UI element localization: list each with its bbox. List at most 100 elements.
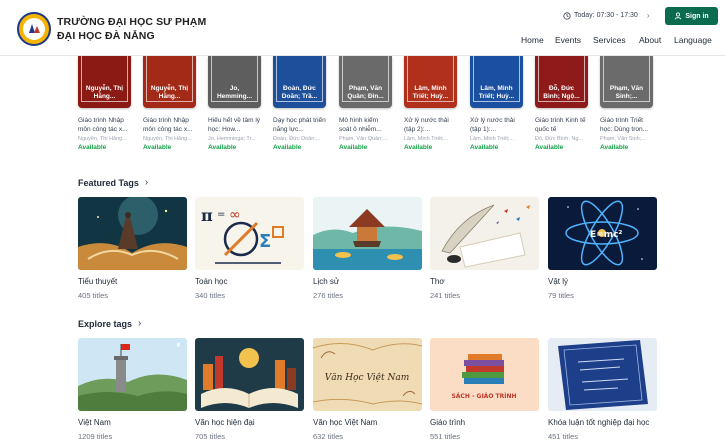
book-cover[interactable]: Lâm, Minh Triết; Huỳ... [404, 56, 457, 108]
book-cover[interactable]: Nguyễn, Thị Hằng... [78, 56, 131, 108]
top-header: TRƯỜNG ĐẠI HỌC SƯ PHẠM ĐẠI HỌC ĐÀ NẴNG T… [0, 0, 725, 56]
availability-status: Available [535, 144, 564, 151]
cover-author: Lâm, Minh Triết; Huỳ... [412, 85, 449, 100]
book-card[interactable]: Đoàn, Đức Doãn; Trầ... Dạy học phát triể… [273, 56, 326, 151]
svg-text:∞: ∞ [229, 207, 241, 223]
cover-author: Phạm, Văn Quân; Đin... [347, 85, 384, 100]
tag-name: Vật lý [548, 277, 569, 286]
art-title-text: Văn Học Việt Nam [325, 372, 410, 383]
tag-tile-viet-nam[interactable]: Việt Nam 1209 titles [78, 338, 187, 441]
tag-tile-van-hoc-hien-dai[interactable]: Văn học hiện đại 705 titles [195, 338, 304, 441]
book-card[interactable]: Lâm, Minh Triết; Huỳ... Xử lý nước thải … [470, 56, 523, 151]
book-title[interactable]: Mô hình kiểm soát ô nhiễm... [339, 117, 392, 134]
signin-button[interactable]: Sign in [665, 7, 718, 25]
book-cover[interactable]: Lâm, Minh Triết; Huỳ... [470, 56, 523, 108]
book-card[interactable]: Đỗ, Đức Bình; Ngộ... Giáo trình Kinh tế … [535, 56, 588, 151]
explore-tags-title: Explore tags [78, 318, 133, 329]
book-card[interactable]: Jo, Hemming... Hiểu hết về tâm lý học: H… [208, 56, 261, 151]
tag-tile-toan-hoc[interactable]: π = ∞ Σ Toán học 340 titles [195, 197, 304, 300]
book-title[interactable]: Xử lý nước thải (tập 1):... [470, 117, 523, 134]
book-cover[interactable]: Đoàn, Đức Doãn; Trầ... [273, 56, 326, 108]
book-card[interactable]: Nguyễn, Thị Hằng... Giáo trình Nhập môn … [78, 56, 131, 151]
book-title[interactable]: Giáo trình Nhập môn công tác x... [78, 117, 131, 134]
tag-count: 79 titles [548, 291, 574, 300]
tag-tile-vat-ly[interactable]: E=mc² Vật lý 79 titles [548, 197, 657, 300]
tag-tile-giao-trinh[interactable]: SÁCH - GIÁO TRÌNH Giáo trình 551 titles [430, 338, 539, 441]
emc-formula: E=mc² [590, 230, 622, 240]
nav-services[interactable]: Services [593, 35, 626, 45]
tag-image: E=mc² [548, 197, 657, 270]
opening-hours[interactable]: Today: 07:30 - 17:30 › [563, 11, 650, 20]
book-cover[interactable]: Đỗ, Đức Bình; Ngộ... [535, 56, 588, 108]
book-card[interactable]: Nguyễn, Thị Hằng... Giáo trình Nhập môn … [143, 56, 196, 151]
cover-author: Nguyễn, Thị Hằng... [150, 85, 189, 100]
thesis-cover-art [548, 338, 657, 411]
flag-tower-landscape-art [78, 338, 187, 411]
book-title[interactable]: Giáo trình Kinh tế quốc tế [535, 117, 588, 134]
clock-icon [563, 11, 571, 20]
tag-image [78, 338, 187, 411]
user-icon [675, 12, 682, 20]
availability-status: Available [143, 144, 172, 151]
tag-image [313, 197, 422, 270]
availability-status: Available [600, 144, 629, 151]
book-title[interactable]: Hiểu hết về tâm lý học: How... [208, 117, 261, 134]
book-title[interactable]: Giáo trình Nhập môn công tác x... [143, 117, 196, 134]
tag-count: 340 titles [195, 291, 226, 300]
tag-name: Toán học [195, 277, 228, 286]
book-title[interactable]: Dạy học phát triển năng lực... [273, 117, 326, 134]
availability-status: Available [273, 144, 302, 151]
logo-emblem-icon [29, 24, 40, 33]
book-cover[interactable]: Nguyễn, Thị Hằng... [143, 56, 196, 108]
book-author: Lâm, Minh Triết;... [404, 136, 449, 142]
tag-count: 551 titles [430, 432, 461, 441]
tag-name: Khóa luận tốt nghiệp đại học [548, 418, 650, 427]
chevron-right-icon: › [138, 318, 142, 329]
cover-author: Đoàn, Đức Doãn; Trầ... [281, 85, 318, 100]
tag-tile-khoa-luan[interactable]: Khóa luận tốt nghiệp đại học 451 titles [548, 338, 657, 441]
tag-tile-tho[interactable]: Thơ 241 titles [430, 197, 539, 300]
book-cover[interactable]: Phạm, Văn Quân; Đin... [339, 56, 392, 108]
nav-home[interactable]: Home [521, 35, 544, 45]
nav-events[interactable]: Events [555, 35, 581, 45]
opening-hours-text: Today: 07:30 - 17:30 [574, 12, 638, 19]
book-cover[interactable]: Jo, Hemming... [208, 56, 261, 108]
school-name-line2: ĐẠI HỌC ĐÀ NẴNG [57, 30, 155, 42]
university-logo[interactable] [17, 12, 51, 46]
book-card[interactable]: Phạm, Văn Quân; Đin... Mô hình kiểm soát… [339, 56, 392, 151]
book-title[interactable]: Giáo trình Triết học: Dùng tron... [600, 117, 653, 134]
signin-label: Sign in [685, 12, 709, 20]
nav-about[interactable]: About [639, 35, 661, 45]
tag-name: Lịch sử [313, 277, 340, 286]
tag-tile-van-hoc-viet-nam[interactable]: Văn Học Việt Nam Văn học Việt Nam 632 ti… [313, 338, 422, 441]
cover-author: Nguyễn, Thị Hằng... [85, 85, 124, 100]
tag-count: 276 titles [313, 291, 344, 300]
tag-count: 451 titles [548, 432, 579, 441]
tag-image: Văn Học Việt Nam [313, 338, 422, 411]
tag-image [548, 338, 657, 411]
explore-tags-heading[interactable]: Explore tags › [78, 318, 141, 329]
chevron-right-icon: › [144, 177, 149, 188]
book-author: Đỗ, Đức Bình; Ng... [535, 136, 584, 142]
tag-name: Việt Nam [78, 418, 111, 427]
book-title[interactable]: Xử lý nước thải (tập 2):... [404, 117, 457, 134]
tag-name: Văn học Việt Nam [313, 418, 378, 427]
tag-name: Thơ [430, 277, 445, 286]
tag-count: 405 titles [78, 291, 109, 300]
featured-tags-heading[interactable]: Featured Tags › [78, 177, 148, 188]
tag-tile-lich-su[interactable]: Lịch sử 276 titles [313, 197, 422, 300]
tag-count: 1209 titles [78, 432, 113, 441]
nav-language[interactable]: Language [674, 35, 712, 45]
tag-name: Giáo trình [430, 418, 466, 427]
book-card[interactable]: Phạm, Văn Sinh;... Giáo trình Triết học:… [600, 56, 653, 151]
open-book-city-art [195, 338, 304, 411]
book-card[interactable]: Lâm, Minh Triết; Huỳ... Xử lý nước thải … [404, 56, 457, 151]
book-cover[interactable]: Phạm, Văn Sinh;... [600, 56, 653, 108]
svg-text:=: = [217, 209, 225, 220]
tag-tile-tieu-thuyet[interactable]: Tiểu thuyết 405 titles [78, 197, 187, 300]
book-author: Phạm, Văn Sinh;... [600, 136, 646, 142]
cover-author: Lâm, Minh Triết; Huỳ... [478, 85, 515, 100]
availability-status: Available [208, 144, 237, 151]
textbook-stack-art: SÁCH - GIÁO TRÌNH [430, 338, 539, 411]
art-caption-text: SÁCH - GIÁO TRÌNH [451, 392, 516, 400]
